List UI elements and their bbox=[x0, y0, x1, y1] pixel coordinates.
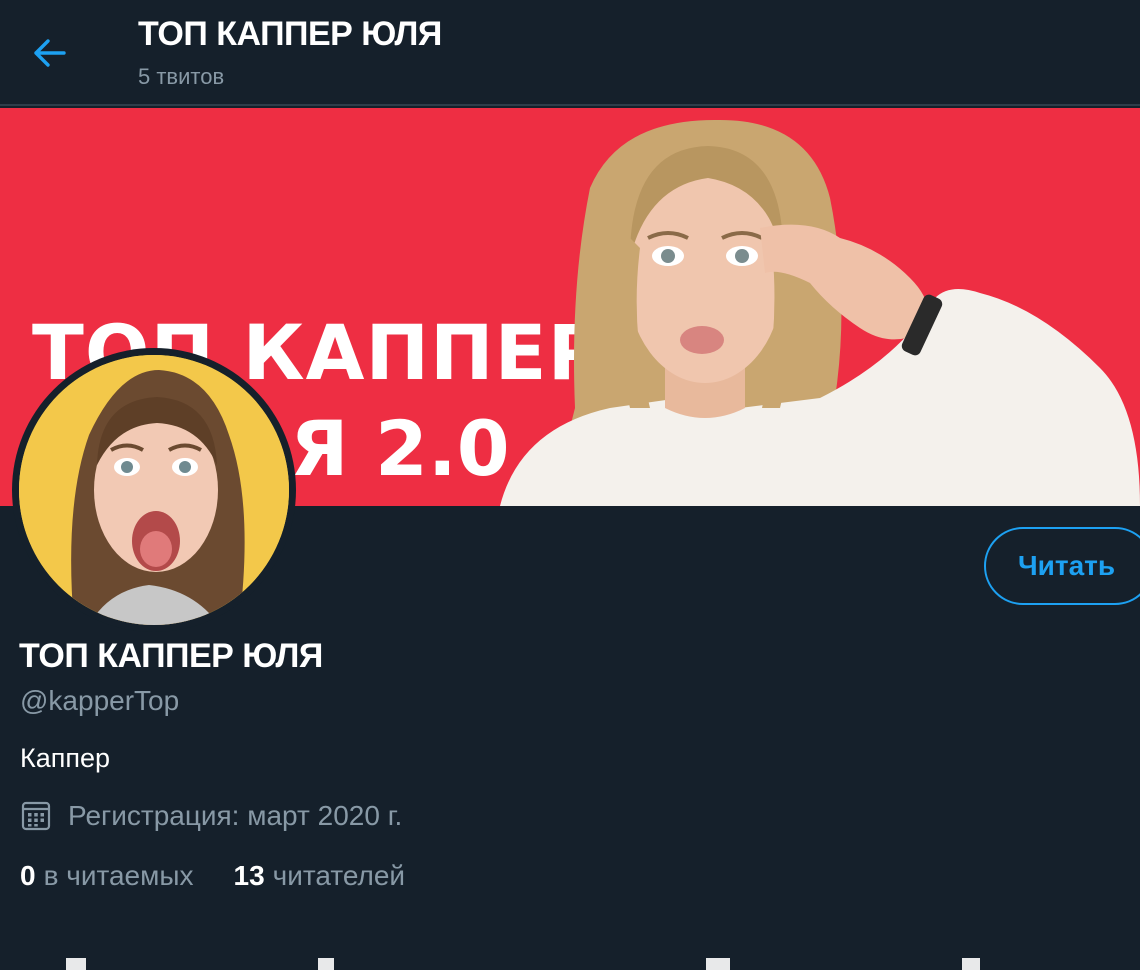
profile-bio: Каппер bbox=[20, 743, 111, 773]
followers-link[interactable]: 13 читателей bbox=[234, 860, 406, 892]
tweet-count: 5 твитов bbox=[138, 64, 225, 89]
joined-date: Регистрация: март 2020 г. bbox=[20, 800, 402, 832]
banner-text-line2: Я 2.0 bbox=[290, 404, 510, 493]
avatar-photo bbox=[19, 355, 289, 625]
following-link[interactable]: 0 в читаемых bbox=[20, 860, 194, 892]
following-count: 0 bbox=[20, 860, 36, 891]
profile-stats: 0 в читаемых 13 читателей bbox=[20, 860, 405, 892]
tab-replies[interactable] bbox=[318, 958, 334, 970]
profile-header-bar: ТОП КАППЕР ЮЛЯ 5 твитов bbox=[0, 0, 1140, 106]
tab-tweets[interactable] bbox=[66, 958, 86, 970]
header-title: ТОП КАППЕР ЮЛЯ bbox=[138, 15, 442, 53]
tab-media[interactable] bbox=[706, 958, 730, 970]
profile-handle: @kapperTop bbox=[20, 685, 180, 716]
profile-name: ТОП КАППЕР ЮЛЯ bbox=[19, 637, 323, 675]
banner-photo bbox=[500, 119, 1140, 506]
avatar bbox=[19, 355, 289, 625]
arrow-left-icon bbox=[34, 39, 66, 67]
followers-label: читателей bbox=[272, 860, 406, 891]
profile-tabs bbox=[0, 958, 1140, 970]
followers-count: 13 bbox=[233, 860, 265, 891]
follow-button[interactable]: Читать bbox=[984, 527, 1140, 605]
tab-likes[interactable] bbox=[962, 958, 980, 970]
joined-text: Регистрация: март 2020 г. bbox=[68, 800, 403, 831]
calendar-icon bbox=[20, 800, 52, 832]
back-button[interactable] bbox=[22, 30, 78, 76]
following-label: в читаемых bbox=[43, 860, 194, 891]
profile-avatar[interactable] bbox=[12, 348, 296, 632]
